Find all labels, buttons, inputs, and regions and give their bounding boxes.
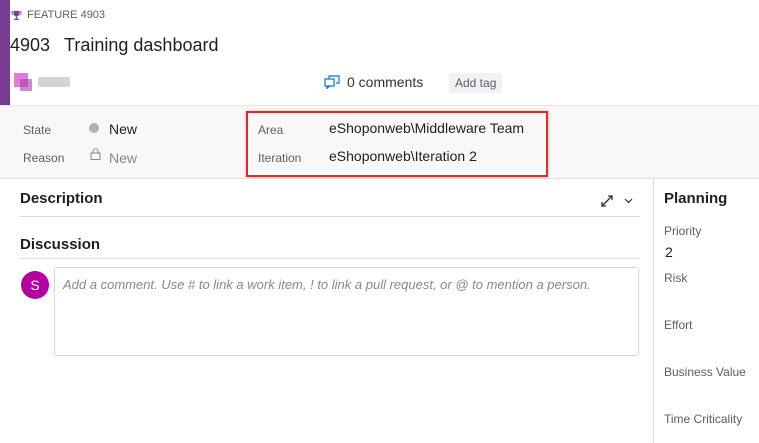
work-item-type-label: FEATURE 4903 bbox=[27, 9, 106, 21]
risk-label: Risk bbox=[664, 271, 688, 285]
state-indicator-icon bbox=[89, 123, 99, 133]
assigned-user-avatar[interactable] bbox=[14, 71, 72, 93]
effort-label: Effort bbox=[664, 318, 693, 332]
add-tag-button[interactable]: Add tag bbox=[449, 73, 503, 93]
priority-label: Priority bbox=[664, 224, 702, 238]
current-user-avatar: S bbox=[21, 271, 49, 299]
priority-value[interactable]: 2 bbox=[665, 244, 673, 260]
comments-count-label: 0 comments bbox=[347, 74, 424, 90]
comments-link[interactable]: 0 comments bbox=[324, 74, 423, 90]
area-iteration-highlight-box bbox=[246, 111, 548, 177]
planning-divider bbox=[653, 177, 654, 443]
planning-heading: Planning bbox=[664, 190, 728, 207]
lock-icon bbox=[90, 148, 101, 160]
state-value[interactable]: New bbox=[109, 121, 137, 137]
discussion-heading: Discussion bbox=[20, 236, 101, 253]
work-item-title-text[interactable]: Training dashboard bbox=[64, 35, 218, 56]
expand-icon[interactable] bbox=[600, 194, 614, 208]
chevron-down-icon[interactable] bbox=[624, 198, 633, 204]
description-controls bbox=[600, 194, 633, 208]
state-label: State bbox=[23, 123, 52, 137]
work-item-id: 4903 bbox=[10, 35, 51, 55]
work-item-type: FEATURE 4903 bbox=[11, 9, 105, 21]
comment-placeholder: Add a comment. Use # to link a work item… bbox=[63, 277, 591, 292]
time-criticality-label: Time Criticality bbox=[664, 412, 743, 426]
description-heading[interactable]: Description bbox=[20, 190, 103, 207]
work-item-title[interactable]: 4903 Training dashboard bbox=[10, 35, 218, 56]
trophy-icon bbox=[11, 10, 22, 20]
discussion-divider bbox=[19, 258, 640, 259]
comment-input[interactable]: Add a comment. Use # to link a work item… bbox=[54, 267, 639, 356]
work-item-type-color-bar bbox=[0, 0, 10, 105]
reason-label: Reason bbox=[23, 151, 65, 165]
comment-icon bbox=[324, 75, 340, 89]
business-value-label: Business Value bbox=[664, 365, 746, 379]
reason-value: New bbox=[109, 150, 138, 166]
description-divider bbox=[19, 216, 640, 217]
